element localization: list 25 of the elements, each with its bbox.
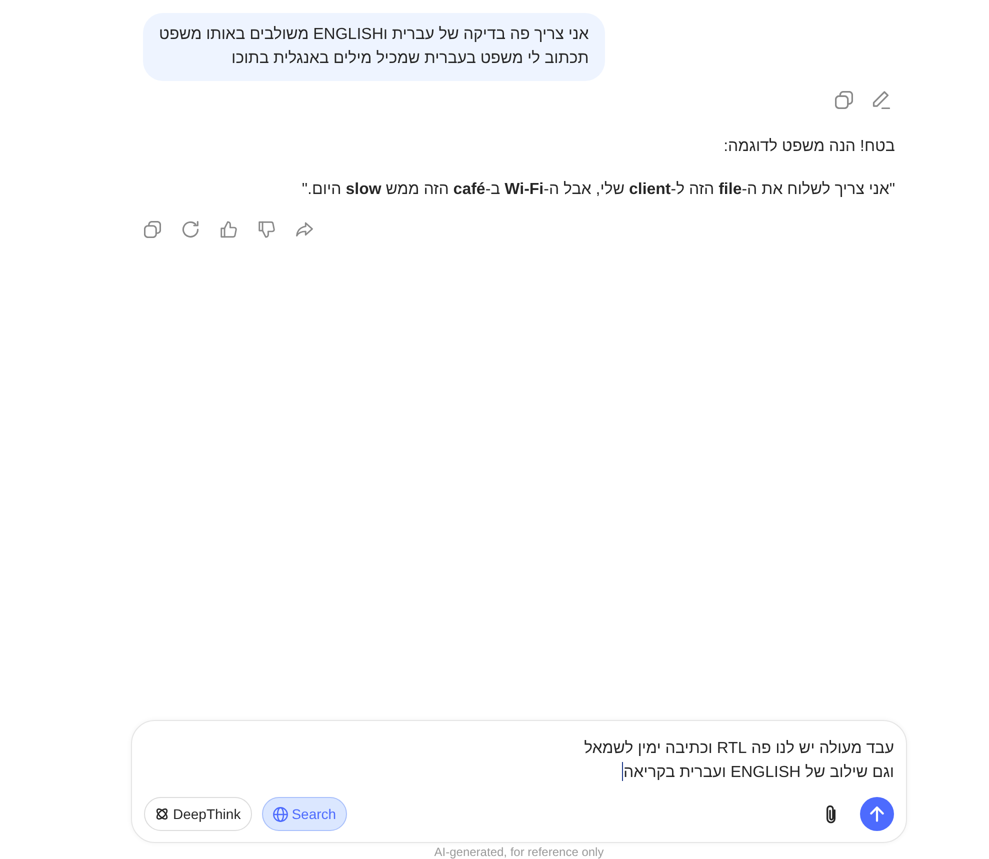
paperclip-icon (825, 804, 837, 824)
copy-button[interactable] (143, 220, 161, 238)
thumbs-down-icon (258, 220, 274, 238)
copy-icon (144, 220, 160, 238)
regenerate-button[interactable] (181, 220, 199, 238)
atom-icon (155, 807, 169, 821)
edit-button[interactable] (871, 90, 891, 110)
response-paragraph: בטח! הנה משפט לדוגמה: (722, 137, 895, 157)
pencil-icon (872, 91, 890, 109)
disclaimer-text: AI-generated, for reference only (434, 845, 604, 859)
user-message-bubble: אני צריך פה בדיקה של עברית וENGLISH משולבים באותו משפט תכתוב לי משפט בעברית שמכיל מילים באנגלית בתוכו (143, 13, 605, 81)
refresh-icon (182, 220, 198, 238)
globe-icon (272, 806, 288, 822)
message-input[interactable]: עבד מעולה יש לנו פה RTL וכתיבה ימין לשמאל וגם שילוב של ENGLISH ועברית בקריאה (144, 737, 894, 785)
send-button[interactable] (860, 797, 894, 831)
thumbs-up-icon (220, 220, 236, 238)
like-button[interactable] (219, 220, 237, 238)
deepthink-toggle[interactable]: DeepThink (144, 797, 252, 831)
share-button[interactable] (295, 220, 313, 238)
share-icon (296, 220, 312, 238)
copy-icon (835, 91, 853, 109)
dislike-button[interactable] (257, 220, 275, 238)
text-cursor (622, 762, 624, 781)
copy-button[interactable] (834, 90, 854, 110)
arrow-up-icon (870, 806, 884, 822)
